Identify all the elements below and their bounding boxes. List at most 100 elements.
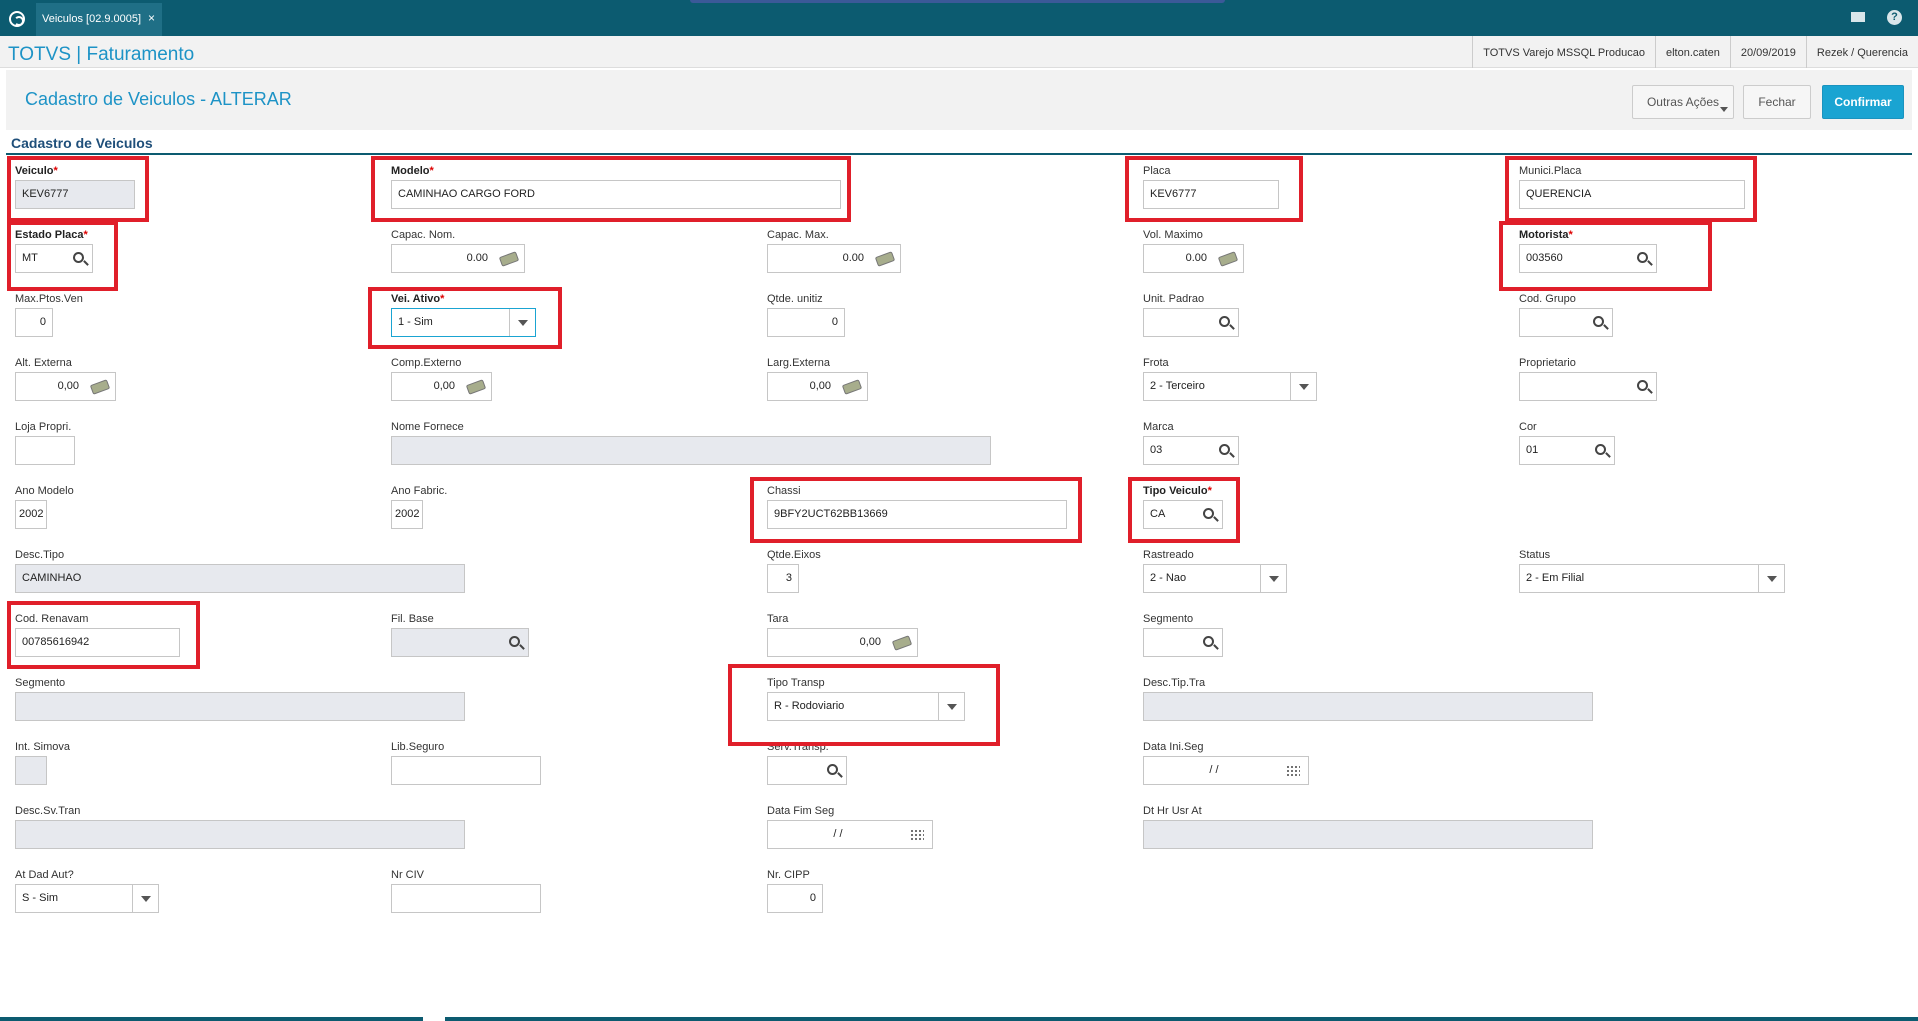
placa-label: Placa	[1143, 165, 1171, 177]
serv-transp-input[interactable]	[767, 756, 847, 785]
calculator-icon[interactable]	[874, 251, 896, 267]
lib-seguro-input[interactable]	[391, 756, 541, 785]
estado-placa-input[interactable]: MT	[15, 244, 93, 273]
tara-input[interactable]: 0,00	[767, 628, 918, 657]
segmento-label: Segmento	[15, 677, 66, 689]
search-icon[interactable]	[73, 252, 84, 263]
desc-tipo-input[interactable]: CAMINHAO	[15, 564, 465, 593]
veiculo-input[interactable]: KEV6777	[15, 180, 135, 209]
calculator-icon[interactable]	[891, 635, 913, 651]
cod-renavam-input[interactable]: 00785616942	[15, 628, 180, 657]
qtde-unitiz-input[interactable]: 0	[767, 308, 845, 337]
motorista-input[interactable]: 003560	[1519, 244, 1657, 273]
calculator-icon[interactable]	[841, 379, 863, 395]
capac-max-input[interactable]: 0.00	[767, 244, 901, 273]
vol-maximo-input[interactable]: 0.00	[1143, 244, 1244, 273]
desc-sv-tran-input[interactable]	[15, 820, 465, 849]
qtde-eixos-input[interactable]: 3	[767, 564, 799, 593]
search-icon[interactable]	[827, 764, 838, 775]
nome-fornece-input[interactable]	[391, 436, 991, 465]
frota-label: Frota	[1143, 357, 1169, 369]
nr-civ-input[interactable]	[391, 884, 541, 913]
max-ptos-ven-input[interactable]: 0	[15, 308, 53, 337]
search-icon[interactable]	[1593, 316, 1604, 327]
search-icon[interactable]	[1637, 380, 1648, 391]
modelo-input[interactable]: CAMINHAO CARGO FORD	[391, 180, 841, 209]
motorista-value: 003560	[1526, 252, 1563, 264]
chevron-down-icon[interactable]	[1758, 565, 1784, 592]
calendar-icon[interactable]	[910, 829, 924, 841]
qtde-eixos-label: Qtde.Eixos	[767, 549, 821, 561]
chevron-down-icon[interactable]	[509, 309, 535, 336]
unit-padrao-input[interactable]	[1143, 308, 1239, 337]
comp-externo-input[interactable]: 0,00	[391, 372, 492, 401]
calculator-icon[interactable]	[498, 251, 520, 267]
at-dad-aut-select[interactable]: S - Sim	[15, 884, 159, 913]
rastreado-select[interactable]: 2 - Nao	[1143, 564, 1287, 593]
vol-maximo-label: Vol. Maximo	[1143, 229, 1203, 241]
veiculo-label: Veiculo	[15, 165, 54, 177]
marca-input[interactable]: 03	[1143, 436, 1239, 465]
tab-veiculos[interactable]: Veiculos [02.9.0005] ×	[36, 3, 162, 36]
title-accent	[690, 0, 1225, 3]
ano-modelo-input[interactable]: 2002	[15, 500, 47, 529]
data-fim-seg-input[interactable]: / /	[767, 820, 933, 849]
chevron-down-icon[interactable]	[132, 885, 158, 912]
tipo-transp-value: R - Rodoviario	[774, 700, 845, 712]
search-icon[interactable]	[1595, 444, 1606, 455]
search-icon[interactable]	[1203, 636, 1214, 647]
unit-padrao-label: Unit. Padrao	[1143, 293, 1205, 305]
int-simova-input[interactable]	[15, 756, 47, 785]
chassi-input[interactable]: 9BFY2UCT62BB13669	[767, 500, 1067, 529]
calendar-icon[interactable]	[1286, 765, 1300, 777]
status-value: 2 - Em Filial	[1526, 572, 1585, 584]
mail-icon[interactable]	[1851, 12, 1865, 22]
totvs-logo-icon[interactable]	[9, 11, 25, 27]
search-icon[interactable]	[1203, 508, 1214, 519]
alt-externa-input[interactable]: 0,00	[15, 372, 116, 401]
ano-fabric-input[interactable]: 2002	[391, 500, 423, 529]
segmento-top-input[interactable]	[1143, 628, 1223, 657]
larg-externa-input[interactable]: 0,00	[767, 372, 868, 401]
chevron-down-icon[interactable]	[938, 693, 964, 720]
confirmar-button[interactable]: Confirmar	[1822, 85, 1904, 119]
status-select[interactable]: 2 - Em Filial	[1519, 564, 1785, 593]
proprietario-input[interactable]	[1519, 372, 1657, 401]
desc-tip-tra-input[interactable]	[1143, 692, 1593, 721]
tipo-transp-select[interactable]: R - Rodoviario	[767, 692, 965, 721]
cod-grupo-input[interactable]	[1519, 308, 1613, 337]
fil-base-input[interactable]	[391, 628, 529, 657]
chevron-down-icon[interactable]	[1290, 373, 1316, 400]
tipo-veiculo-label: Tipo Veiculo	[1143, 485, 1208, 497]
munici-placa-input[interactable]: QUERENCIA	[1519, 180, 1745, 209]
segmento-input[interactable]	[15, 692, 465, 721]
data-ini-seg-input[interactable]: / /	[1143, 756, 1309, 785]
calculator-icon[interactable]	[89, 379, 111, 395]
calculator-icon[interactable]	[1217, 251, 1239, 267]
calculator-icon[interactable]	[465, 379, 487, 395]
chevron-down-icon[interactable]	[1260, 565, 1286, 592]
loja-propri-input[interactable]	[15, 436, 75, 465]
search-icon[interactable]	[1219, 444, 1230, 455]
tipo-veiculo-input[interactable]: CA	[1143, 500, 1223, 529]
search-icon[interactable]	[1219, 316, 1230, 327]
outras-acoes-button[interactable]: Outras Ações	[1632, 85, 1734, 119]
fechar-button[interactable]: Fechar	[1743, 85, 1811, 119]
tipo-veiculo-value: CA	[1150, 508, 1166, 520]
lib-seguro-label: Lib.Seguro	[391, 741, 445, 753]
search-icon[interactable]	[1637, 252, 1648, 263]
larg-externa-label: Larg.Externa	[767, 357, 830, 369]
frota-select[interactable]: 2 - Terceiro	[1143, 372, 1317, 401]
tab-close-icon[interactable]: ×	[148, 11, 155, 25]
dt-hr-usr-at-input[interactable]	[1143, 820, 1593, 849]
dt-hr-usr-at-label: Dt Hr Usr At	[1143, 805, 1202, 817]
munici-placa-label: Munici.Placa	[1519, 165, 1582, 177]
help-icon[interactable]: ?	[1887, 10, 1902, 25]
nr-cipp-input[interactable]: 0	[767, 884, 823, 913]
placa-input[interactable]: KEV6777	[1143, 180, 1279, 209]
loja-propri-label: Loja Propri.	[15, 421, 72, 433]
search-icon[interactable]	[509, 636, 520, 647]
vei-ativo-select[interactable]: 1 - Sim	[391, 308, 536, 337]
cor-input[interactable]: 01	[1519, 436, 1615, 465]
capac-nom-input[interactable]: 0.00	[391, 244, 525, 273]
